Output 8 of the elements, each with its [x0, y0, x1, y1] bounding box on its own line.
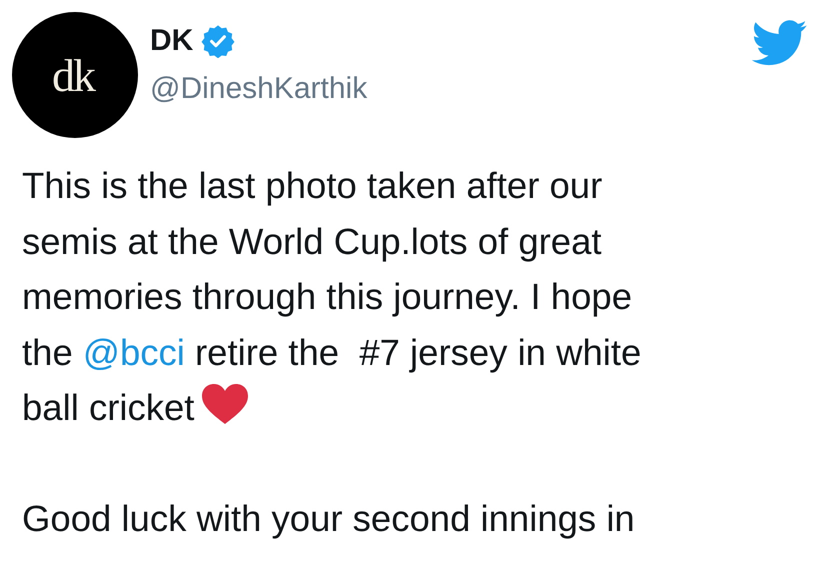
bird-icon [752, 20, 808, 66]
author-handle: @DineshKarthik [150, 72, 368, 106]
author-name: DK [150, 24, 194, 58]
avatar[interactable]: dk [12, 12, 138, 138]
avatar-logo: dk [52, 48, 96, 102]
heart-icon [202, 384, 248, 424]
tweet-text: This is the last photo taken after our semis at the World Cup.lots of great memories through this journey. I hope the @bcci retire the #7 jersey in white ball cricket [22, 164, 642, 430]
tweet-text: Good luck with your second innings in [22, 496, 636, 541]
